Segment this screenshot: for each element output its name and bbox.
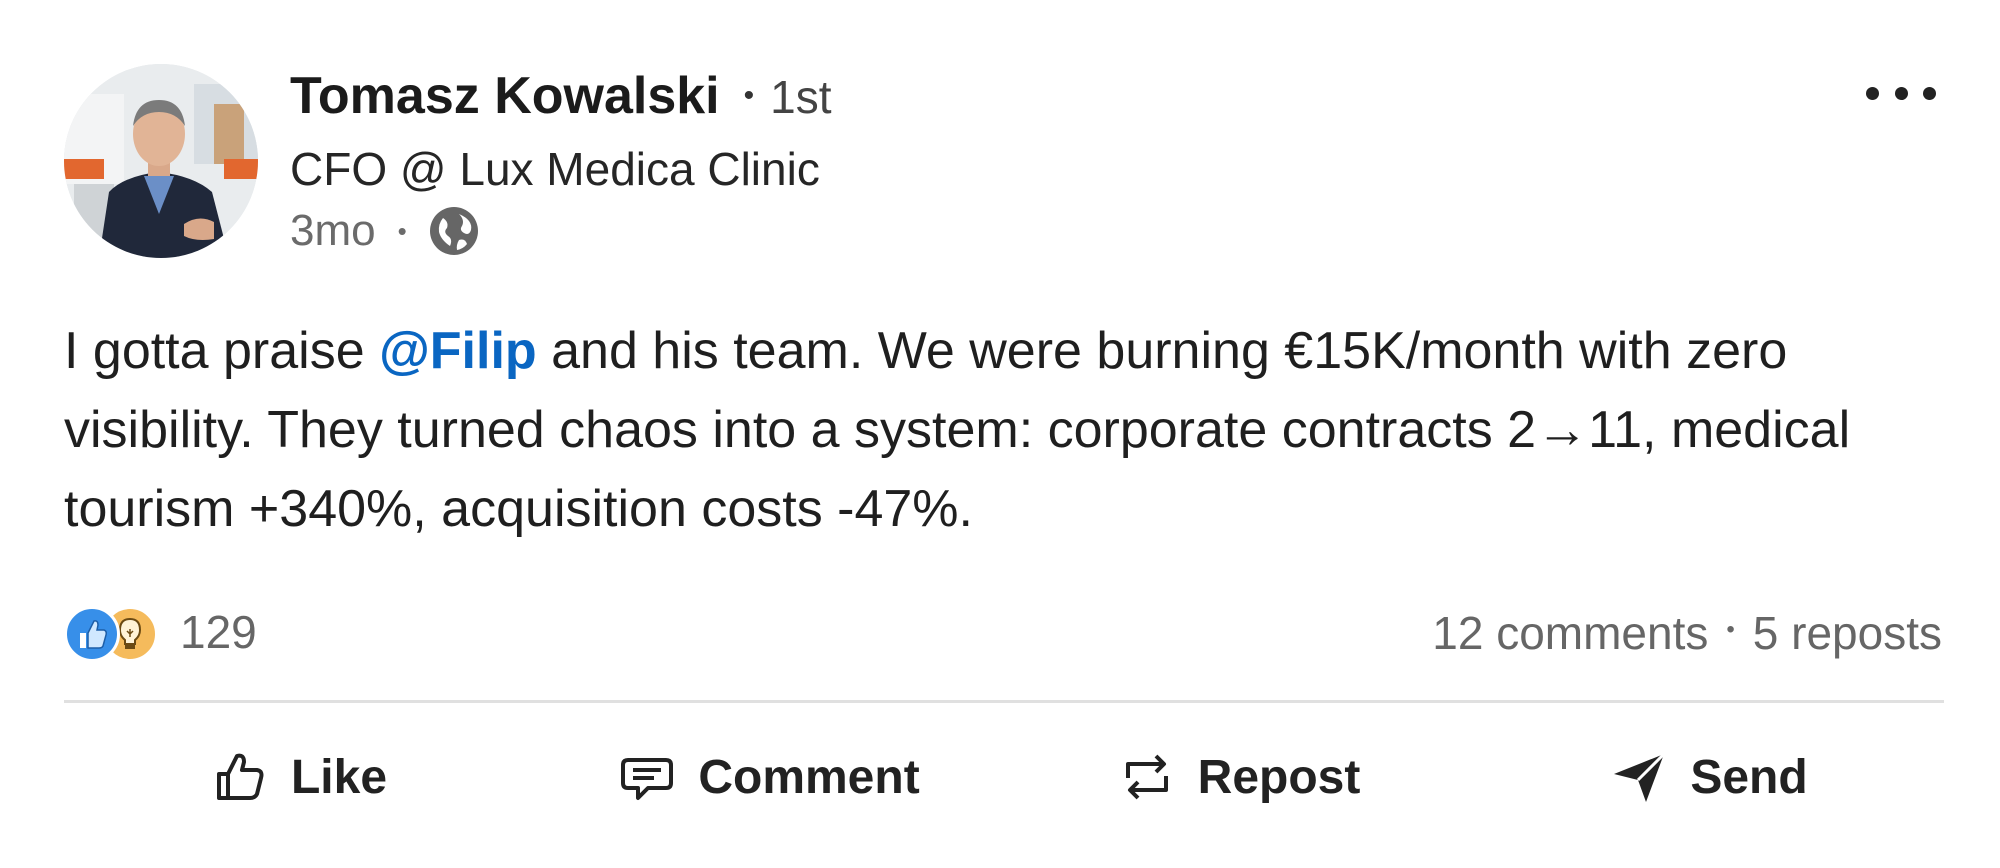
author-name[interactable]: Tomasz Kowalski	[290, 66, 720, 126]
globe-icon	[429, 206, 479, 256]
comment-icon	[621, 758, 674, 800]
repost-button[interactable]: Repost	[1004, 740, 1474, 814]
post-text: I gotta praise @Filip and his team. We w…	[64, 312, 1944, 549]
repost-icon	[1125, 754, 1168, 800]
like-icon	[64, 606, 120, 662]
author-avatar[interactable]	[64, 64, 258, 258]
reaction-count: 129	[180, 606, 257, 658]
repost-label: Repost	[1197, 750, 1361, 804]
comment-button[interactable]: Comment	[534, 740, 1004, 814]
send-button[interactable]: Send	[1474, 740, 1944, 814]
like-label: Like	[290, 750, 388, 804]
send-icon	[1614, 752, 1666, 802]
feed-post: Tomasz Kowalski • 1st CFO @ Lux Medica C…	[0, 0, 2000, 868]
thumbs-up-icon	[216, 753, 264, 800]
connection-degree: 1st	[770, 71, 832, 123]
like-button[interactable]: Like	[64, 740, 534, 814]
mention-link[interactable]: @Filip	[379, 322, 537, 380]
action-bar: Like Comment Repost Send	[64, 740, 1944, 814]
reposts-count[interactable]: 5 reposts	[1753, 606, 1942, 660]
divider	[64, 700, 1944, 703]
more-options-icon[interactable]	[1866, 78, 1936, 108]
reaction-icons	[64, 604, 160, 662]
post-meta: 3mo •	[290, 206, 479, 256]
post-time[interactable]: 3mo	[290, 206, 376, 256]
separator-dot: •	[1726, 616, 1735, 643]
reactions-summary[interactable]: 129	[64, 604, 257, 662]
author-line: Tomasz Kowalski • 1st	[290, 66, 832, 126]
separator-dot: •	[397, 215, 407, 246]
post-text-start: I gotta praise	[64, 322, 380, 380]
comments-count[interactable]: 12 comments	[1432, 606, 1708, 660]
author-headline: CFO @ Lux Medica Clinic	[290, 143, 820, 195]
send-label: Send	[1690, 750, 1808, 804]
separator-dot: •	[743, 79, 755, 112]
engagement-counts: 12 comments • 5 reposts	[1432, 606, 1942, 660]
comment-label: Comment	[698, 750, 920, 804]
